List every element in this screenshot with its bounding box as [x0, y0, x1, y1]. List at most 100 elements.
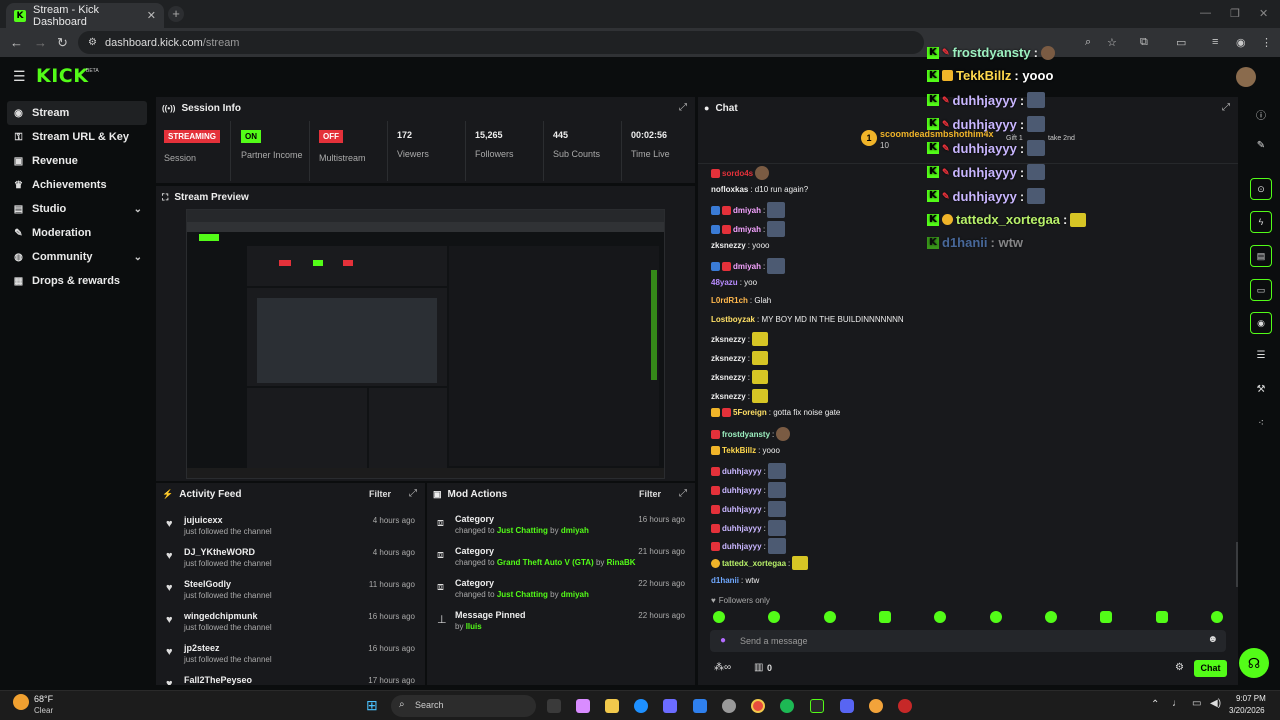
- stat-multistream: OFF Multistream: [319, 121, 366, 183]
- cast-icon[interactable]: ▭: [1176, 36, 1186, 49]
- windows-start-icon[interactable]: ⊞: [366, 697, 378, 714]
- filter-button[interactable]: Filter: [369, 489, 391, 499]
- support-headset-button[interactable]: ☊: [1239, 648, 1269, 678]
- maximize-window-button[interactable]: ❐: [1230, 7, 1240, 20]
- feed-user[interactable]: wingedchipmunk: [184, 611, 258, 621]
- media-controls-icon[interactable]: ≡: [1212, 36, 1218, 48]
- edge-icon[interactable]: [634, 699, 648, 713]
- store-icon[interactable]: [663, 699, 677, 713]
- site-info-icon[interactable]: ⚙: [88, 37, 97, 48]
- sidebar-item-drops-rewards[interactable]: ▦ Drops & rewards: [7, 269, 147, 293]
- emote-icon[interactable]: [1210, 611, 1223, 623]
- display-icon[interactable]: ▭: [1192, 698, 1201, 709]
- emote-icon[interactable]: [1044, 611, 1057, 623]
- bookmark-star-icon[interactable]: ☆: [1107, 36, 1117, 49]
- emote-icon[interactable]: [823, 611, 836, 623]
- rail-button-camera[interactable]: ⊙: [1250, 178, 1272, 200]
- volume-icon[interactable]: ◀): [1210, 698, 1221, 709]
- emoji-picker-icon[interactable]: ☻: [1207, 634, 1218, 645]
- sidebar-item-studio[interactable]: ▤ Studio ⌄: [7, 197, 147, 221]
- emote-icon[interactable]: [768, 611, 781, 623]
- spotify-icon[interactable]: [780, 699, 794, 713]
- emote-icon[interactable]: [934, 611, 947, 623]
- weather-temp[interactable]: 68°F: [34, 694, 53, 704]
- emote-icon[interactable]: [878, 611, 891, 623]
- rail-button-broadcast[interactable]: ◉: [1250, 312, 1272, 334]
- feed-user[interactable]: DJ_YKtheWORD: [184, 547, 255, 557]
- emote-icon[interactable]: [1155, 611, 1168, 623]
- rail-button-chat[interactable]: ▭: [1250, 279, 1272, 301]
- info-icon[interactable]: ⓘ: [1253, 107, 1269, 122]
- sidebar-item-moderation[interactable]: ✎ Moderation: [7, 221, 147, 245]
- feed-user[interactable]: jp2steez: [184, 643, 220, 653]
- close-window-button[interactable]: ✕: [1259, 7, 1268, 20]
- microphone-icon[interactable]: ♩: [1172, 698, 1182, 709]
- file-explorer-icon[interactable]: [605, 699, 619, 713]
- app-icon[interactable]: [869, 699, 883, 713]
- infinity-points-icon[interactable]: ⁂∞: [714, 662, 731, 673]
- feed-user[interactable]: SteelGodly: [184, 579, 231, 589]
- stream-preview-video[interactable]: [186, 209, 665, 479]
- chat-input-placeholder[interactable]: Send a message: [740, 636, 808, 646]
- expand-icon[interactable]: ⤢: [409, 488, 417, 499]
- opera-icon[interactable]: [898, 699, 912, 713]
- feed-user[interactable]: Fall2ThePeyseo: [184, 675, 252, 685]
- browser-tab[interactable]: K Stream - Kick Dashboard ✕: [6, 3, 164, 28]
- microphone-icon[interactable]: ●: [720, 635, 726, 646]
- zoom-icon[interactable]: ⌕: [1085, 36, 1091, 49]
- expand-icon[interactable]: ⤢: [679, 488, 687, 499]
- outlook-icon[interactable]: [693, 699, 707, 713]
- chat-settings-gear-icon[interactable]: ⚙: [1175, 662, 1184, 673]
- rail-button-notes[interactable]: ▤: [1250, 245, 1272, 267]
- sidebar-item-stream[interactable]: ◉ Stream: [7, 101, 147, 125]
- stat-sub-counts: 445 Sub Counts: [553, 121, 600, 183]
- discord-icon[interactable]: [840, 699, 854, 713]
- reload-icon[interactable]: ↻: [57, 35, 68, 51]
- chat-scrollbar[interactable]: [1236, 542, 1238, 587]
- clock-time[interactable]: 9:07 PM: [1236, 694, 1266, 703]
- feed-user[interactable]: jujuicexx: [184, 515, 223, 525]
- sidebar-item-revenue[interactable]: ▣ Revenue: [7, 149, 147, 173]
- user-avatar[interactable]: [1236, 67, 1256, 87]
- layers-icon[interactable]: ☰: [1253, 350, 1269, 361]
- filter-button[interactable]: Filter: [639, 489, 661, 499]
- chrome-icon[interactable]: [751, 699, 765, 713]
- browser-menu-icon[interactable]: ⋮: [1261, 36, 1272, 49]
- expand-icon[interactable]: ⤢: [1222, 102, 1230, 113]
- profile-icon[interactable]: ◉: [1236, 36, 1246, 49]
- wrench-icon[interactable]: ⚒: [1253, 384, 1269, 395]
- divider: [543, 121, 544, 181]
- weather-icon[interactable]: [13, 694, 29, 710]
- extensions-icon[interactable]: ⧉: [1140, 36, 1148, 49]
- back-arrow-icon[interactable]: ←: [10, 35, 23, 50]
- pencil-icon[interactable]: ✎: [1253, 140, 1269, 151]
- heart-icon: ♥: [166, 582, 173, 594]
- new-tab-button[interactable]: +: [168, 6, 184, 22]
- expand-icon[interactable]: ⤢: [679, 102, 687, 113]
- chevron-up-icon[interactable]: ⌃: [1151, 699, 1159, 710]
- chat-input-box[interactable]: ● Send a message ☻: [710, 630, 1226, 652]
- copilot-icon[interactable]: [576, 699, 590, 713]
- sidebar-item-label: Studio: [32, 203, 67, 215]
- tab-close-button[interactable]: ✕: [147, 9, 156, 22]
- taskbar-search[interactable]: ⌕ Search: [391, 695, 536, 717]
- obs-icon[interactable]: [722, 699, 736, 713]
- kick-logo[interactable]: KICK: [36, 65, 88, 87]
- emote-icon[interactable]: [989, 611, 1002, 623]
- chat-send-button[interactable]: Chat: [1194, 660, 1227, 677]
- nodes-icon[interactable]: ⁖: [1253, 418, 1269, 429]
- xbox-icon[interactable]: [810, 699, 824, 713]
- address-bar[interactable]: ⚙ dashboard.kick.com/stream: [78, 31, 924, 54]
- forward-arrow-icon[interactable]: →: [34, 35, 47, 50]
- rail-button-lightning[interactable]: ϟ: [1250, 211, 1272, 233]
- task-view-icon[interactable]: [547, 699, 561, 713]
- emote-icon[interactable]: [1100, 611, 1113, 623]
- kick-badge-icon: K: [927, 94, 939, 106]
- emote-icon[interactable]: [713, 611, 725, 623]
- reward-icon[interactable]: ▥: [754, 662, 763, 673]
- menu-icon[interactable]: ☰: [13, 68, 26, 85]
- minimize-window-button[interactable]: —: [1200, 7, 1211, 19]
- sidebar-item-community[interactable]: ◍ Community ⌄: [7, 245, 147, 269]
- sidebar-item-stream-url-key[interactable]: ⚿ Stream URL & Key: [7, 125, 147, 149]
- sidebar-item-achievements[interactable]: ♛ Achievements: [7, 173, 147, 197]
